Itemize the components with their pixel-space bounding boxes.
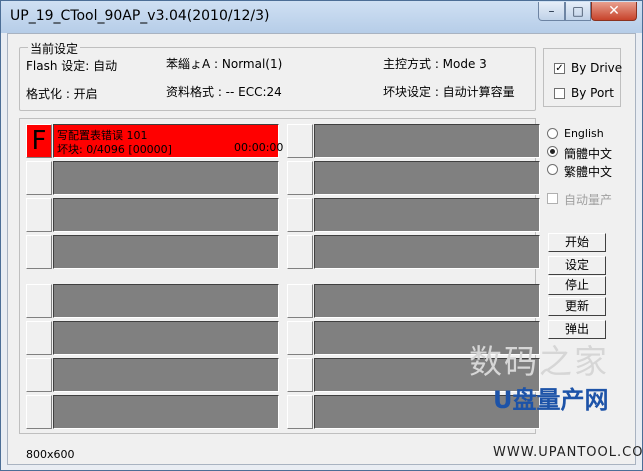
close-button[interactable]: ✕	[591, 2, 637, 21]
port-4-status	[53, 235, 279, 269]
port-7-button[interactable]	[26, 358, 52, 392]
stop-button[interactable]: 停止	[548, 276, 606, 295]
settings-button[interactable]: 设定	[548, 256, 606, 275]
port-5-button[interactable]	[26, 284, 52, 318]
mode-a-label: 苯緇ょA : Normal(1)	[166, 57, 283, 71]
port-1-elapsed-time: 00:00:00	[234, 141, 284, 154]
bad-block-setting-label: 坏块设定 : 自动计算容量	[383, 85, 515, 99]
port-10-status	[314, 161, 540, 195]
port-7-status	[53, 358, 279, 392]
by-drive-checkbox[interactable]: ✓	[554, 63, 565, 74]
by-drive-label: By Drive	[571, 61, 623, 75]
english-radio[interactable]	[547, 128, 558, 139]
port-16-button[interactable]	[287, 395, 313, 429]
port-5-status	[53, 284, 279, 318]
by-port-label: By Port	[571, 86, 614, 100]
maximize-button[interactable]: □	[565, 2, 591, 21]
update-button[interactable]: 更新	[548, 297, 606, 316]
controller-mode-label: 主控方式 : Mode 3	[383, 57, 487, 71]
app-window: UP_19_CTool_90AP_v3.04(2010/12/3) – □ ✕ …	[0, 0, 643, 471]
device-ports-frame: F 写配置表错误 101 坏块: 0/4096 [00000] 00:00:00	[19, 118, 540, 434]
port-2-status	[53, 161, 279, 195]
port-3-button[interactable]	[26, 198, 52, 232]
auto-mass-production-label: 自动量产	[564, 193, 613, 207]
title-bar[interactable]: UP_19_CTool_90AP_v3.04(2010/12/3) – □ ✕	[1, 1, 642, 33]
port-6-button[interactable]	[26, 321, 52, 355]
port-8-button[interactable]	[26, 395, 52, 429]
port-4-button[interactable]	[26, 235, 52, 269]
simplified-chinese-radio[interactable]	[547, 146, 558, 157]
simplified-chinese-label: 簡體中文	[564, 147, 613, 161]
start-button[interactable]: 开始	[548, 233, 606, 252]
window-title: UP_19_CTool_90AP_v3.04(2010/12/3)	[10, 8, 270, 24]
port-2-button[interactable]	[26, 161, 52, 195]
port-12-status	[314, 235, 540, 269]
port-9-status	[314, 124, 540, 158]
port-1-status: 写配置表错误 101 坏块: 0/4096 [00000] 00:00:00	[53, 124, 283, 158]
port-12-button[interactable]	[287, 235, 313, 269]
port-10-button[interactable]	[287, 161, 313, 195]
traditional-chinese-radio[interactable]	[547, 164, 558, 175]
port-9-button[interactable]	[287, 124, 313, 158]
watermark-logo-text: U盘量产网	[493, 386, 609, 414]
port-13-button[interactable]	[287, 284, 313, 318]
minimize-button[interactable]: –	[538, 2, 565, 21]
traditional-chinese-label: 繁體中文	[564, 165, 613, 179]
port-11-button[interactable]	[287, 198, 313, 232]
port-1-button[interactable]: F	[26, 124, 52, 158]
by-port-checkbox[interactable]	[554, 88, 565, 99]
port-8-status	[53, 395, 279, 429]
current-settings-group: 当前设定 Flash 设定: 自动 格式化 : 开启 苯緇ょA : Normal…	[19, 40, 536, 111]
english-label: English	[564, 127, 604, 140]
drive-options-panel: ✓ By Drive By Port	[543, 48, 623, 107]
auto-mass-production-checkbox[interactable]	[547, 193, 558, 204]
resolution-status: 800x600	[26, 448, 75, 461]
port-13-status	[314, 284, 540, 318]
watermark-top-text: 数码之家	[469, 342, 609, 381]
port-1-bad-block-text: 坏块: 0/4096 [00000]	[57, 143, 172, 156]
format-setting-label: 格式化 : 开启	[26, 87, 98, 101]
port-14-button[interactable]	[287, 321, 313, 355]
port-15-button[interactable]	[287, 358, 313, 392]
port-11-status	[314, 198, 540, 232]
watermark-url: WWW.UPANTOOL.COM	[493, 445, 643, 460]
language-panel: English 簡體中文 繁體中文	[543, 122, 621, 181]
port-3-status	[53, 198, 279, 232]
port-6-status	[53, 321, 279, 355]
data-format-label: 资料格式 : -- ECC:24	[166, 85, 282, 99]
site-watermark: 数码之家 U盘量产网 WWW.UPANTOOL.COM	[463, 335, 643, 470]
flash-setting-label: Flash 设定: 自动	[26, 59, 118, 73]
current-settings-legend: 当前设定	[28, 40, 81, 57]
